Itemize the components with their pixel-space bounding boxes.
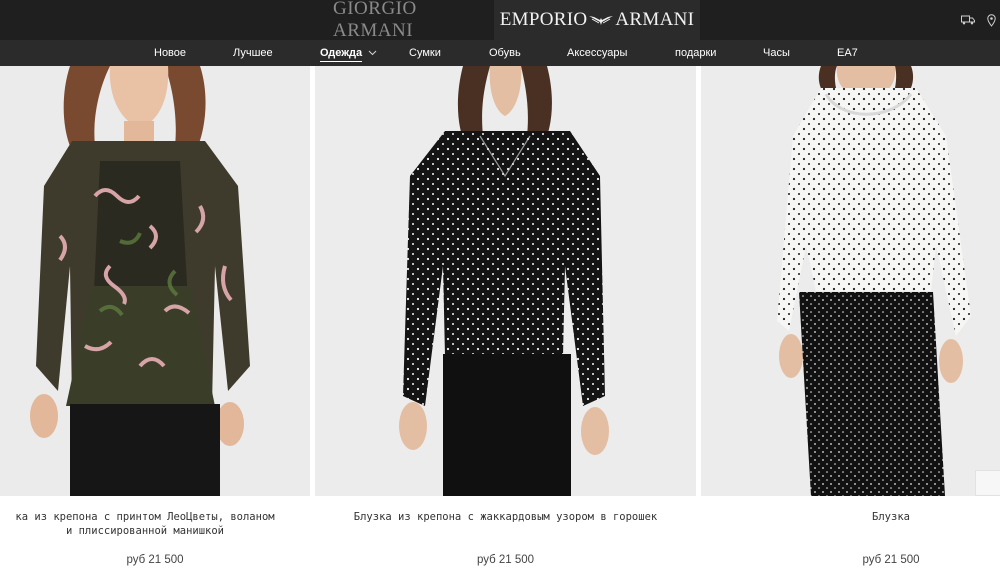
product-image[interactable] — [315, 66, 696, 496]
nav-item-new[interactable]: Новое — [154, 40, 186, 66]
product-price: руб 21 500 — [862, 554, 920, 566]
brand-emporio-right: ARMANI — [615, 9, 695, 30]
brand-bar: GIORGIO ARMANI EMPORIO ARMANI — [0, 0, 1000, 41]
nav-item-bags[interactable]: Сумки — [409, 40, 441, 66]
product-image[interactable] — [0, 66, 310, 496]
product-title-line-2: и плиссированной манишкой — [65, 525, 225, 537]
product-title[interactable]: Блузка из крепона с жаккардовым узором в… — [315, 510, 696, 524]
eagle-logo-icon — [589, 16, 614, 25]
truck-icon[interactable] — [961, 15, 975, 25]
chevron-down-icon[interactable] — [368, 40, 377, 66]
nav-item-best[interactable]: Лучшее — [233, 40, 273, 66]
main-nav: Новое Лучшее Одежда Сумки Обувь Аксессуа… — [0, 40, 1000, 66]
nav-item-accessories[interactable]: Аксессуары — [567, 40, 627, 66]
nav-item-watches[interactable]: Часы — [763, 40, 790, 66]
brand-giorgio-label: GIORGIO ARMANI — [333, 0, 417, 41]
brand-tab-emporio-armani[interactable]: EMPORIO ARMANI — [494, 0, 700, 40]
product-price: руб 21 500 — [476, 554, 535, 566]
product-image[interactable] — [701, 66, 1000, 496]
nav-item-clothing[interactable]: Одежда — [320, 40, 363, 66]
wishlist-tab[interactable] — [975, 470, 1000, 496]
product-title[interactable]: Блузка — [701, 510, 1000, 524]
product-title-line-1: Блузка из крепона с жаккардовым узором в… — [353, 511, 658, 523]
product-title-line-1: ка из крепона с принтом ЛеоЦветы, волано… — [15, 511, 275, 523]
product-title-line-1: Блузка — [872, 511, 910, 523]
brand-tab-giorgio-armani[interactable]: GIORGIO ARMANI — [333, 0, 473, 41]
product-price: руб 21 500 — [126, 554, 184, 566]
nav-item-ea7[interactable]: EA7 — [837, 40, 858, 66]
location-pin-icon[interactable] — [987, 13, 996, 27]
nav-item-shoes[interactable]: Обувь — [489, 40, 521, 66]
top-icons — [961, 0, 1000, 40]
product-title[interactable]: ка из крепона с принтом ЛеоЦветы, волано… — [0, 510, 310, 538]
nav-item-gifts[interactable]: подарки — [675, 40, 716, 66]
brand-emporio-left: EMPORIO — [499, 9, 588, 30]
